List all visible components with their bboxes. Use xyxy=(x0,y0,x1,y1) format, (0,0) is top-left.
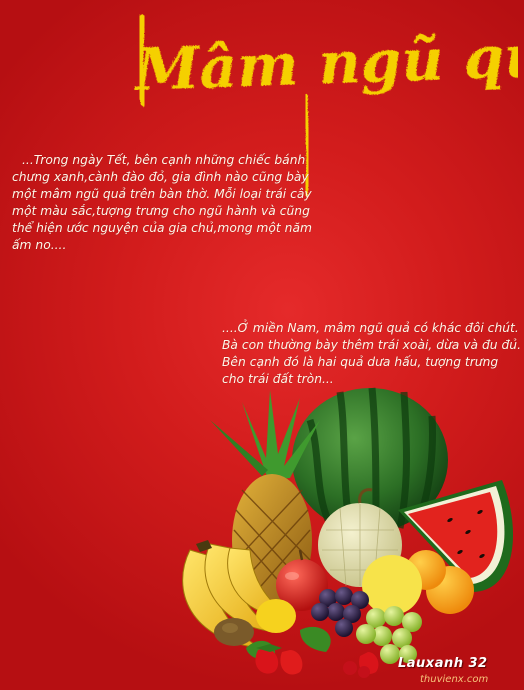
kiwi xyxy=(214,618,254,646)
site-watermark: thuvienx.com xyxy=(420,674,489,685)
title-text: Mâm ngũ quả xyxy=(132,20,518,104)
artist-signature: Lauxanh 32 xyxy=(398,656,488,671)
paragraph-tet: ...Trong ngày Tết, bên cạnh những chiếc … xyxy=(12,153,312,252)
paragraph-south: ....Ở miền Nam, mâm ngũ quả có khác đôi … xyxy=(222,321,521,386)
fruit-tray-image xyxy=(182,387,514,678)
lemon xyxy=(256,599,296,633)
greeting-card: Mâm ngũ quả ...Trong ngày Tết, bên cạnh … xyxy=(0,0,524,690)
